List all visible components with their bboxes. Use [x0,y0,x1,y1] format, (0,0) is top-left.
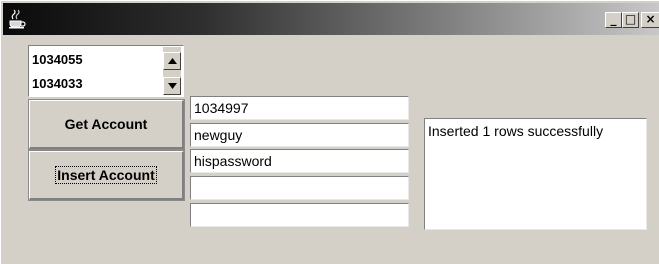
list-item[interactable]: 1034033 [32,76,83,91]
minimize-button[interactable]: _ [605,12,622,28]
app-window: _ □ × 1034055 1034033 Get Account Insert… [0,0,659,264]
close-button[interactable]: × [641,12,659,28]
password-field[interactable]: hispassword [190,149,409,173]
maximize-button[interactable]: □ [622,12,639,28]
list-scrollbar[interactable] [163,47,181,95]
scroll-up-button[interactable] [163,52,181,70]
scroll-down-button[interactable] [163,77,181,95]
status-text-area[interactable]: Inserted 1 rows successfully [424,118,647,230]
java-coffee-cup-icon[interactable] [7,9,27,29]
insert-account-label: Insert Account [55,166,157,184]
list-item[interactable]: 1034055 [32,52,83,67]
username-field[interactable]: newguy [190,123,409,147]
insert-account-button[interactable]: Insert Account [28,150,185,201]
account-id-field[interactable]: 1034997 [190,96,409,120]
field-5[interactable] [190,203,409,227]
get-account-button[interactable]: Get Account [28,99,185,150]
get-account-label: Get Account [64,116,148,132]
account-list[interactable]: 1034055 1034033 [28,45,184,97]
title-bar[interactable]: _ □ × [3,3,659,35]
close-icon: × [645,12,656,26]
minimize-icon: _ [610,12,617,26]
maximize-icon: □ [624,12,637,26]
scroll-down-arrow-icon [168,83,177,89]
field-4[interactable] [190,176,409,200]
scroll-up-arrow-icon [168,58,177,64]
